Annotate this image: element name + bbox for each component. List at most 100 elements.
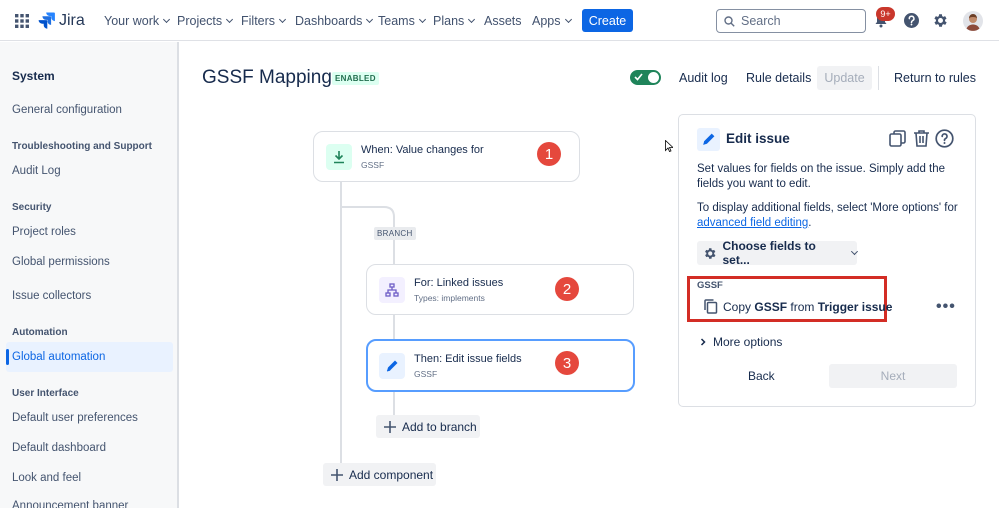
- chevron-down-icon: [564, 15, 572, 23]
- nav-label: Apps: [532, 13, 561, 28]
- rule-details-button[interactable]: Rule details: [746, 66, 811, 90]
- step-number-badge: 2: [555, 277, 579, 301]
- nav-label: Dashboards: [295, 13, 363, 28]
- jira-logo[interactable]: Jira: [38, 0, 85, 41]
- rule-enabled-toggle[interactable]: [630, 70, 661, 85]
- more-options-label: More options: [713, 335, 783, 349]
- profile-avatar[interactable]: [963, 0, 983, 41]
- help-icon: [904, 13, 919, 28]
- chevron-down-icon: [163, 15, 171, 23]
- choose-fields-label: Choose fields to set...: [722, 239, 816, 267]
- step-number-badge: 3: [555, 351, 579, 375]
- advanced-field-editing-link[interactable]: advanced field editing: [697, 217, 808, 229]
- gear-icon: [934, 14, 947, 27]
- audit-log-button[interactable]: Audit log: [679, 66, 728, 90]
- more-options-toggle[interactable]: More options: [697, 335, 782, 349]
- header-divider: [878, 66, 879, 90]
- sidebar-item-project-roles[interactable]: Project roles: [12, 226, 76, 238]
- nav-assets[interactable]: Assets: [484, 0, 522, 41]
- plus-icon: [331, 468, 343, 481]
- nav-dashboards[interactable]: Dashboards: [295, 0, 374, 41]
- back-button[interactable]: Back: [748, 369, 775, 383]
- next-button[interactable]: Next: [829, 364, 957, 388]
- sidebar-item-look-and-feel[interactable]: Look and feel: [12, 472, 81, 484]
- trigger-card[interactable]: When: Value changes for GSSF 1: [313, 131, 580, 182]
- choose-fields-dropdown[interactable]: Choose fields to set...: [697, 239, 859, 267]
- update-button[interactable]: Update: [817, 66, 872, 90]
- create-button[interactable]: Create: [582, 9, 633, 32]
- add-component-label: Add component: [349, 467, 434, 482]
- trash-icon[interactable]: [913, 129, 930, 147]
- nav-label: Projects: [177, 13, 223, 28]
- trigger-subtitle: GSSF: [361, 160, 385, 170]
- add-component-button[interactable]: Add component: [323, 463, 436, 486]
- sidebar-item-general-configuration[interactable]: General configuration: [12, 104, 122, 116]
- nav-label: Assets: [484, 13, 522, 28]
- action-card-title: Then: Edit issue fields: [414, 353, 522, 365]
- help-button[interactable]: [903, 0, 920, 41]
- copy-from: from: [790, 299, 815, 314]
- sidebar-item-default-user-preferences[interactable]: Default user preferences: [12, 412, 138, 424]
- sidebar-item-announcement-banner[interactable]: Announcement banner: [12, 500, 128, 508]
- field-more-actions-icon[interactable]: •••: [936, 298, 956, 316]
- sidebar-heading-user-interface: User Interface: [12, 388, 79, 399]
- copy-source: Trigger issue: [817, 299, 893, 314]
- trigger-title: When: Value changes for: [361, 144, 484, 156]
- duplicate-icon[interactable]: [889, 130, 906, 147]
- sidebar-item-global-permissions[interactable]: Global permissions: [12, 256, 110, 268]
- chevron-down-icon: [226, 15, 234, 23]
- copy-field-name: GSSF: [754, 299, 788, 314]
- branch-card-subtitle: Types: implements: [414, 293, 485, 303]
- branch-card[interactable]: For: Linked issues Types: implements 2: [366, 264, 634, 315]
- sidebar-item-audit-log[interactable]: Audit Log: [12, 165, 61, 177]
- notifications-badge: 9+: [876, 7, 895, 21]
- nav-filters[interactable]: Filters: [241, 0, 287, 41]
- sidebar-item-issue-collectors[interactable]: Issue collectors: [12, 290, 91, 302]
- chevron-down-icon: [366, 15, 374, 23]
- nav-label: Teams: [378, 13, 415, 28]
- search-icon: [724, 16, 735, 27]
- return-to-rules-button[interactable]: Return to rules: [894, 66, 976, 90]
- action-card-subtitle: GSSF: [414, 369, 438, 379]
- pencil-icon: [697, 128, 720, 151]
- copy-field-value[interactable]: Copy GSSF from Trigger issue: [704, 299, 892, 314]
- branch-label: BRANCH: [374, 227, 416, 240]
- jira-logo-text: Jira: [59, 11, 85, 29]
- avatar-icon: [963, 10, 983, 31]
- nav-your-work[interactable]: Your work: [104, 0, 171, 41]
- page-title: GSSF Mapping: [202, 67, 332, 88]
- nav-label: Your work: [104, 13, 160, 28]
- help-icon[interactable]: [935, 129, 954, 148]
- sentence-period: .: [808, 217, 812, 229]
- search-placeholder: Search: [741, 14, 781, 28]
- top-navigation: Jira Your work Projects Filters Dashboar…: [0, 0, 999, 41]
- plus-icon: [384, 420, 396, 433]
- sidebar: System General configuration Troubleshoo…: [0, 42, 179, 508]
- gear-icon: [705, 247, 716, 259]
- nav-projects[interactable]: Projects: [177, 0, 234, 41]
- sidebar-item-global-automation[interactable]: Global automation: [12, 351, 105, 363]
- search-input[interactable]: Search: [716, 9, 866, 33]
- toggle-knob: [648, 72, 659, 83]
- nav-label: Plans: [433, 13, 465, 28]
- panel-description-line2: fields you want to edit.: [697, 178, 811, 190]
- nav-label: Filters: [241, 13, 276, 28]
- copy-prefix: Copy: [723, 299, 752, 314]
- action-card-selected[interactable]: Then: Edit issue fields GSSF 3: [366, 339, 635, 392]
- sidebar-title: System: [12, 69, 55, 83]
- nav-teams[interactable]: Teams: [378, 0, 426, 41]
- sidebar-item-default-dashboard[interactable]: Default dashboard: [12, 442, 106, 454]
- sidebar-heading-troubleshooting: Troubleshooting and Support: [12, 141, 152, 152]
- nav-apps[interactable]: Apps: [532, 0, 572, 41]
- sidebar-heading-security: Security: [12, 202, 52, 213]
- add-to-branch-button[interactable]: Add to branch: [376, 415, 480, 438]
- pencil-icon: [379, 353, 405, 379]
- chevron-down-icon: [468, 15, 476, 23]
- status-badge: ENABLED: [332, 72, 379, 85]
- nav-plans[interactable]: Plans: [433, 0, 476, 41]
- chevron-down-icon: [418, 15, 426, 23]
- settings-button[interactable]: [932, 0, 949, 41]
- branch-card-title: For: Linked issues: [414, 277, 504, 289]
- copy-icon: [704, 299, 718, 314]
- app-switcher-icon[interactable]: [15, 0, 29, 41]
